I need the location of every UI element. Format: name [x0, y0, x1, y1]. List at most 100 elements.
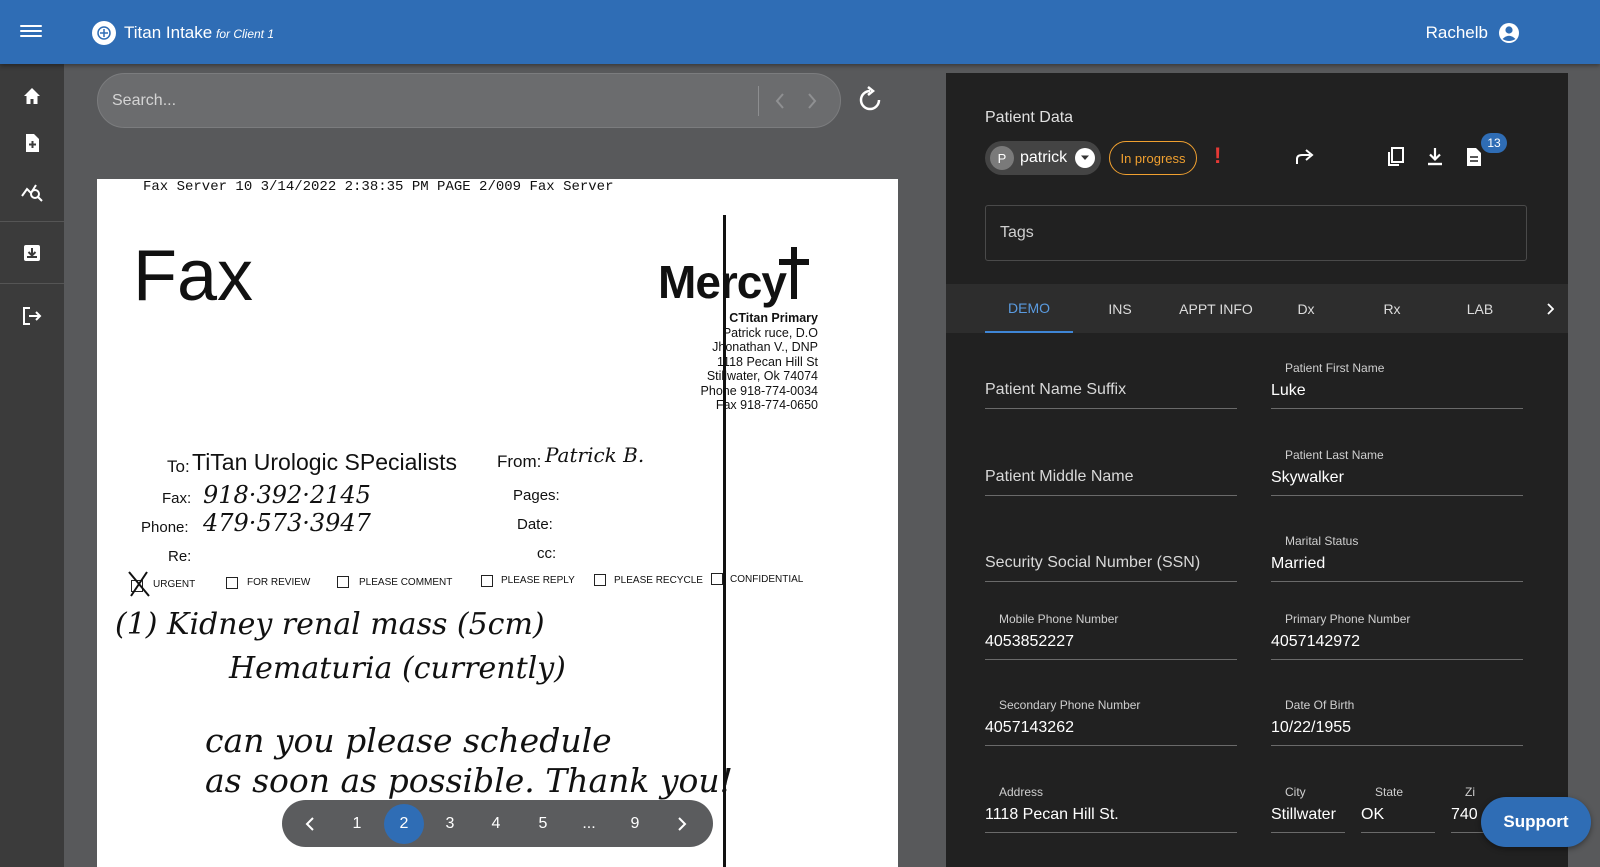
app-subtitle: for Client 1: [216, 27, 275, 41]
tags-field[interactable]: Tags: [985, 205, 1527, 261]
add-document-icon[interactable]: [0, 121, 64, 165]
page-ellipsis: ...: [582, 815, 596, 832]
tab-demo[interactable]: DEMO: [985, 284, 1073, 333]
confidential-checkbox: [711, 573, 723, 585]
reply-checkbox: [481, 575, 493, 587]
top-app-bar: Titan Intake for Client 1 Rachelb: [0, 0, 1600, 64]
inbox-download-icon[interactable]: [0, 231, 64, 275]
field-value: 4057143262: [985, 719, 1074, 736]
recycle-checkbox: [594, 574, 606, 586]
handwritten-note-line: Hematuria (currently): [229, 651, 566, 686]
patient-name-suffix-field[interactable]: Patient Name Suffix: [985, 359, 1237, 409]
urgent-check-mark-icon: [128, 571, 150, 597]
to-label: To:: [167, 457, 190, 476]
tabs-next-chevron-icon[interactable]: [1532, 284, 1568, 333]
ssn-field[interactable]: Security Social Number (SSN): [985, 532, 1237, 582]
panel-title: Patient Data: [985, 109, 1074, 126]
refresh-icon[interactable]: [855, 85, 885, 115]
account-circle-icon[interactable]: [1498, 22, 1520, 44]
clinic-line: Jhonathan V., DNP: [712, 340, 818, 354]
patient-first-name-field[interactable]: Patient First Name Luke: [1271, 359, 1523, 409]
date-label: Date:: [517, 516, 553, 533]
fax-label: Fax:: [162, 490, 192, 507]
review-checkbox: [226, 577, 238, 589]
home-icon[interactable]: [0, 74, 64, 118]
user-name[interactable]: Rachelb: [1426, 23, 1488, 43]
field-label: City: [1285, 785, 1306, 799]
address-field[interactable]: Address 1118 Pecan Hill St.: [985, 783, 1237, 833]
search-input[interactable]: [112, 88, 712, 114]
checkbox-label: FOR REVIEW: [247, 577, 311, 588]
clinic-address-block: CTitan Primary Patrick ruce, D.O Jhonath…: [701, 311, 818, 413]
from-label: From:: [497, 452, 542, 471]
field-value: 1118 Pecan Hill St.: [985, 806, 1119, 823]
sidebar-divider: [0, 221, 64, 222]
prev-page-chevron-icon[interactable]: [290, 804, 330, 844]
download-icon[interactable]: [1422, 144, 1448, 170]
search-prev-chevron-icon[interactable]: [768, 88, 792, 114]
page-button-4[interactable]: 4: [476, 804, 516, 844]
primary-phone-field[interactable]: Primary Phone Number 4057142972: [1271, 610, 1523, 660]
field-value: Stillwater: [1271, 806, 1336, 823]
tab-ins[interactable]: INS: [1080, 284, 1160, 333]
page-button-3[interactable]: 3: [430, 804, 470, 844]
logout-icon[interactable]: [0, 294, 64, 338]
page-button-1[interactable]: 1: [337, 804, 377, 844]
tab-rx[interactable]: Rx: [1360, 284, 1424, 333]
mercy-logo-text: Mercy: [658, 256, 787, 308]
titan-logo-icon: [92, 21, 116, 45]
chevron-down-icon[interactable]: [1075, 148, 1095, 168]
cc-label: cc:: [537, 545, 557, 562]
status-badge[interactable]: In progress: [1109, 141, 1197, 175]
fax-header-line: Fax Server 10 3/14/2022 2:38:35 PM PAGE …: [143, 179, 614, 195]
tab-appt-info[interactable]: APPT INFO: [1162, 284, 1270, 333]
clinic-line: 1118 Pecan Hill St: [717, 354, 818, 369]
handwritten-note-line: as soon as possible. Thank you!: [205, 761, 733, 800]
city-field[interactable]: City Stillwater: [1271, 783, 1345, 833]
field-label: Primary Phone Number: [1285, 612, 1411, 626]
patient-middle-name-field[interactable]: Patient Middle Name: [985, 446, 1237, 496]
field-label: Date Of Birth: [1285, 698, 1355, 712]
field-label: Security Social Number (SSN): [985, 554, 1201, 571]
checkbox-label: PLEASE RECYCLE: [614, 575, 703, 586]
left-sidebar: [0, 64, 64, 867]
field-label: State: [1375, 785, 1404, 799]
page-button-2[interactable]: 2: [384, 804, 424, 844]
mercy-cross-icon: [779, 247, 809, 299]
forward-arrow-icon[interactable]: [1292, 144, 1318, 170]
field-label: Patient Middle Name: [985, 468, 1134, 485]
page-button-9[interactable]: 9: [615, 804, 655, 844]
mobile-phone-field[interactable]: Mobile Phone Number 4053852227: [985, 610, 1237, 660]
fax-value: 918·392·2145: [203, 481, 371, 509]
fax-title: Fax: [133, 236, 254, 316]
tab-dx[interactable]: Dx: [1274, 284, 1338, 333]
field-label: Secondary Phone Number: [999, 698, 1141, 712]
search-divider: [758, 86, 759, 116]
page-button-5[interactable]: 5: [523, 804, 563, 844]
clinic-line: Stillwater, Ok 74074: [706, 369, 818, 383]
date-of-birth-field[interactable]: Date Of Birth 10/22/1955: [1271, 696, 1523, 746]
copy-icon[interactable]: [1383, 144, 1409, 170]
page-pagination: 1 2 3 4 5 ... 9: [282, 800, 713, 847]
marital-status-field[interactable]: Marital Status Married: [1271, 532, 1523, 582]
secondary-phone-field[interactable]: Secondary Phone Number 4057143262: [985, 696, 1237, 746]
state-field[interactable]: State OK: [1361, 783, 1435, 833]
alert-icon[interactable]: !: [1214, 143, 1221, 169]
field-label: Address: [999, 785, 1044, 799]
search-bar: [97, 73, 841, 128]
patient-last-name-field[interactable]: Patient Last Name Skywalker: [1271, 446, 1523, 496]
search-next-chevron-icon[interactable]: [800, 88, 824, 114]
field-label: Zi: [1465, 785, 1475, 799]
next-page-chevron-icon[interactable]: [662, 804, 702, 844]
tab-lab[interactable]: LAB: [1448, 284, 1512, 333]
from-value: Patrick B.: [545, 443, 645, 467]
fax-document-viewer[interactable]: Fax Server 10 3/14/2022 2:38:35 PM PAGE …: [97, 179, 898, 867]
patient-data-panel: Patient Data P patrick In progress ! 13 …: [946, 73, 1568, 867]
hamburger-menu-icon[interactable]: [20, 22, 42, 42]
analytics-search-icon[interactable]: [0, 169, 64, 213]
assignee-chip[interactable]: P patrick: [985, 141, 1101, 175]
field-value: OK: [1361, 806, 1385, 823]
field-value: Skywalker: [1271, 469, 1344, 486]
field-label: Patient Last Name: [1285, 448, 1384, 462]
support-button[interactable]: Support: [1481, 797, 1591, 847]
